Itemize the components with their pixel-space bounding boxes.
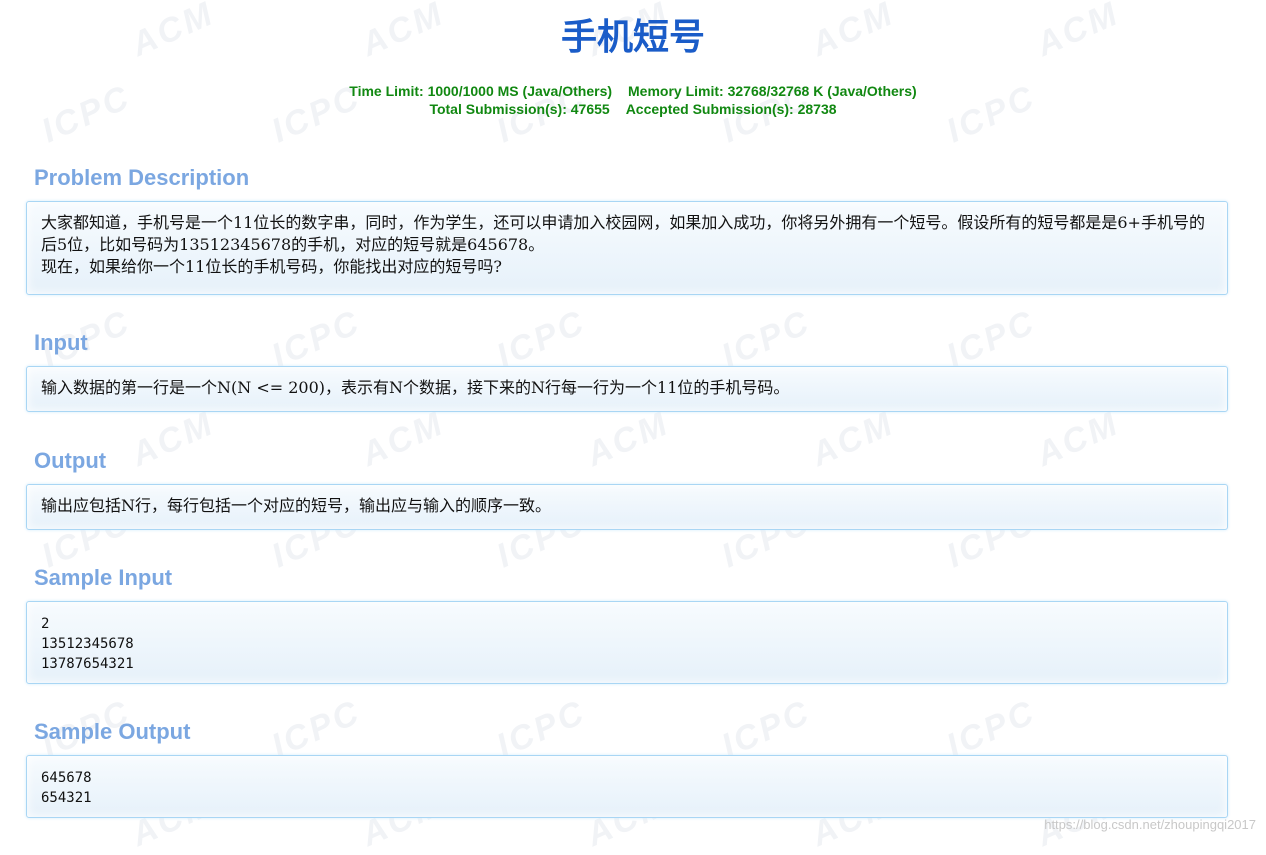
time-limit: Time Limit: 1000/1000 MS (Java/Others) — [349, 83, 613, 99]
memory-limit: Memory Limit: 32768/32768 K (Java/Others… — [628, 83, 917, 99]
sample-input-heading: Sample Input — [34, 565, 173, 590]
total-submissions: Total Submission(s): 47655 — [429, 101, 610, 117]
input-text: 输入数据的第一行是一个N(N <= 200)，表示有N个数据，接下来的N行每一行… — [41, 378, 790, 397]
input-panel: 输入数据的第一行是一个N(N <= 200)，表示有N个数据，接下来的N行每一行… — [26, 366, 1228, 412]
footer-url: https://blog.csdn.net/zhoupingqi2017 — [1044, 817, 1256, 832]
description-text-2: 现在，如果给你一个11位长的手机号码，你能找出对应的短号吗? — [41, 257, 502, 276]
output-text: 输出应包括N行，每行包括一个对应的短号，输出应与输入的顺序一致。 — [41, 496, 552, 515]
description-heading: Problem Description — [34, 165, 250, 190]
problem-page: 手机短号 Time Limit: 1000/1000 MS (Java/Othe… — [0, 0, 1266, 842]
description-panel: 大家都知道，手机号是一个11位长的数字串，同时，作为学生，还可以申请加入校园网，… — [26, 201, 1228, 295]
accepted-submissions: Accepted Submission(s): 28738 — [625, 101, 837, 117]
limits-line-1: Time Limit: 1000/1000 MS (Java/Others) Me… — [0, 82, 1266, 100]
sample-input-panel: 2 13512345678 13787654321 — [26, 601, 1228, 684]
sample-output-panel: 645678 654321 — [26, 755, 1228, 818]
input-heading: Input — [34, 330, 88, 355]
output-panel: 输出应包括N行，每行包括一个对应的短号，输出应与输入的顺序一致。 — [26, 484, 1228, 530]
limits-line-2: Total Submission(s): 47655 Accepted Submi… — [0, 100, 1266, 118]
problem-title: 手机短号 — [560, 17, 705, 58]
limits-block: Time Limit: 1000/1000 MS (Java/Others) Me… — [0, 82, 1266, 118]
output-heading: Output — [34, 448, 107, 473]
sample-output-heading: Sample Output — [34, 719, 191, 744]
description-text-1: 大家都知道，手机号是一个11位长的数字串，同时，作为学生，还可以申请加入校园网，… — [41, 213, 1205, 254]
